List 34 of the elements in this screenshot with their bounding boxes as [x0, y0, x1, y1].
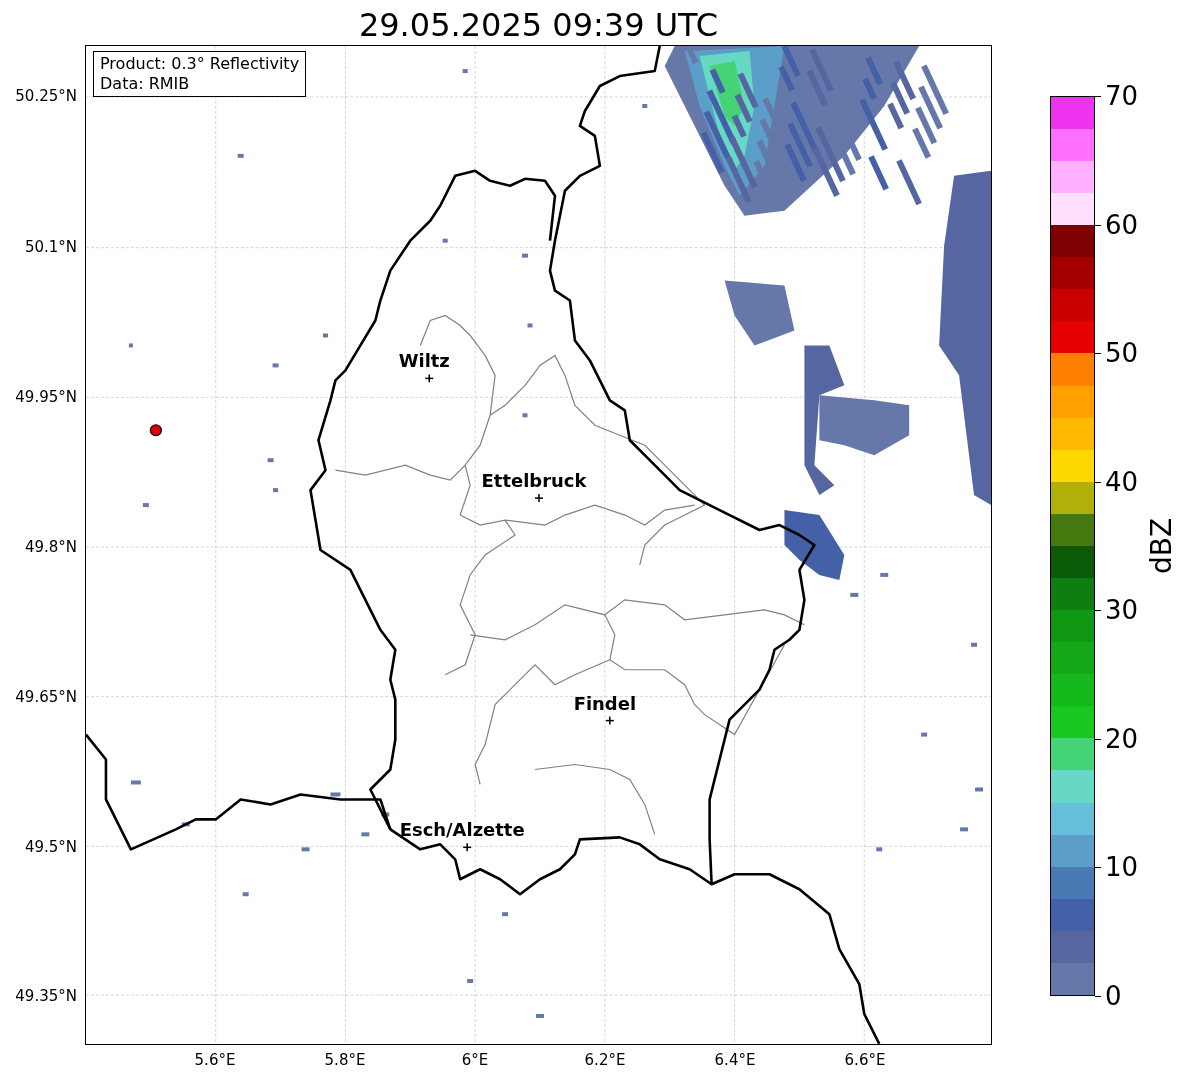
longitude-tick-label: 6.2°E	[584, 1051, 626, 1069]
colorbar-label: dBZ	[1144, 517, 1179, 575]
city-label: Findel	[573, 692, 637, 714]
city-marker-icon	[534, 493, 544, 503]
product-text: Product: 0.3° Reflectivity	[100, 54, 300, 74]
longitude-tick-label: 6.4°E	[714, 1051, 756, 1069]
city-marker-icon	[605, 715, 615, 726]
longitude-tick-label: 5.8°E	[324, 1051, 366, 1069]
longitude-tick-label: 6.6°E	[844, 1051, 886, 1069]
colorbar-tick-label: 0	[1105, 981, 1122, 1011]
colorbar-tick-label: 30	[1105, 595, 1139, 626]
city-label: Esch/Alzette	[399, 819, 525, 841]
colorbar-tick-label: 40	[1105, 466, 1139, 497]
latitude-tick-label: 49.8°N	[24, 538, 77, 556]
longitude-tick-label: 6°E	[461, 1051, 489, 1069]
colorbar-tick-label: 50	[1105, 338, 1139, 369]
data-source-text: Data: RMIB	[100, 74, 191, 94]
latitude-tick-label: 50.25°N	[15, 87, 77, 105]
radar-site-marker	[149, 424, 162, 437]
latitude-tick-label: 50.1°N	[24, 238, 77, 256]
city-label: Wiltz	[398, 350, 450, 372]
colorbar-tick-label: 60	[1105, 209, 1139, 240]
city-label: Ettelbruck	[481, 470, 587, 492]
chart-title: 29.05.2025 09:39 UTC	[358, 5, 719, 45]
city-marker-icon	[462, 842, 472, 853]
longitude-tick-label: 5.6°E	[194, 1051, 236, 1069]
latitude-tick-label: 49.35°N	[15, 987, 77, 1005]
latitude-tick-label: 49.5°N	[24, 838, 77, 856]
latitude-tick-label: 49.95°N	[15, 388, 77, 406]
city-marker-icon	[424, 373, 434, 384]
colorbar-tick-label: 10	[1105, 852, 1139, 883]
latitude-tick-label: 49.65°N	[15, 688, 77, 706]
colorbar-tick-label: 20	[1105, 723, 1139, 754]
colorbar-tick-label: 70	[1105, 81, 1139, 111]
